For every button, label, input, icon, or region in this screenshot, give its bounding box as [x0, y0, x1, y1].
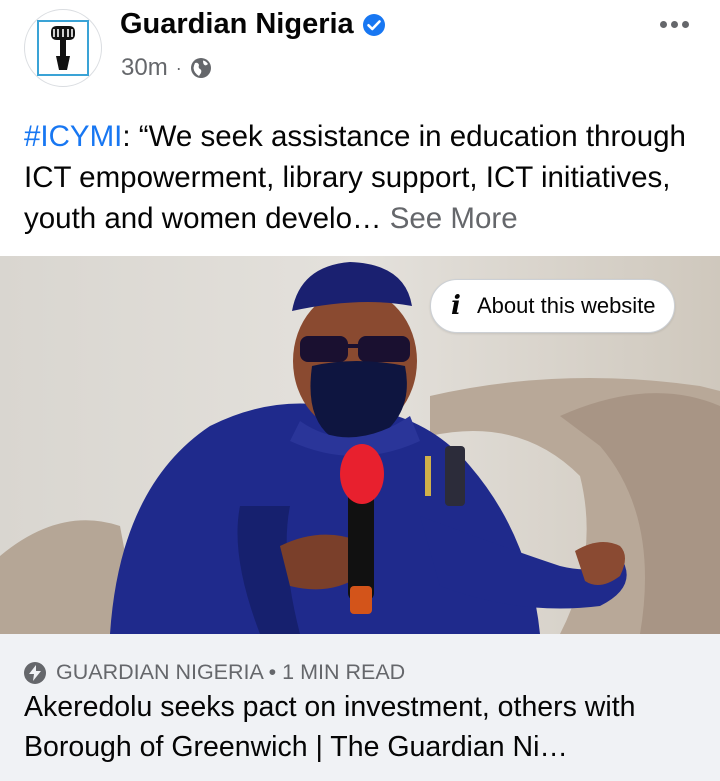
link-source: GUARDIAN NIGERIA • 1 MIN READ: [24, 660, 405, 685]
page-name[interactable]: Guardian Nigeria: [120, 8, 386, 41]
post-timestamp[interactable]: 30m: [121, 54, 168, 82]
about-this-website-label: About this website: [477, 293, 656, 318]
meta-separator: ·: [175, 57, 182, 78]
page-name-label[interactable]: Guardian Nigeria: [120, 8, 354, 41]
more-dot: [681, 20, 689, 28]
see-more-link[interactable]: See More: [390, 202, 518, 235]
more-options-icon[interactable]: [654, 10, 694, 38]
page-avatar[interactable]: [24, 9, 102, 87]
hashtag-link[interactable]: #ICYMI: [24, 120, 122, 153]
post-body-text: : “We seek assistance in education throu…: [24, 120, 686, 235]
lightning-bolt-icon: [24, 661, 46, 684]
info-icon: i: [451, 291, 461, 321]
verified-badge-icon: [362, 13, 385, 36]
globe-icon: [190, 58, 211, 78]
link-title[interactable]: Akeredolu seeks pact on investment, othe…: [24, 687, 704, 767]
guardian-logo-icon: [37, 20, 89, 76]
link-source-label: GUARDIAN NIGERIA • 1 MIN READ: [56, 660, 406, 684]
post-text: #ICYMI: “We seek assistance in education…: [24, 116, 704, 239]
post-header: Guardian Nigeria 30m ·: [0, 0, 720, 108]
post-meta: 30m ·: [121, 54, 212, 82]
more-dot: [659, 20, 667, 28]
more-dot: [670, 20, 678, 28]
about-this-website-button[interactable]: i About this website: [430, 279, 675, 333]
